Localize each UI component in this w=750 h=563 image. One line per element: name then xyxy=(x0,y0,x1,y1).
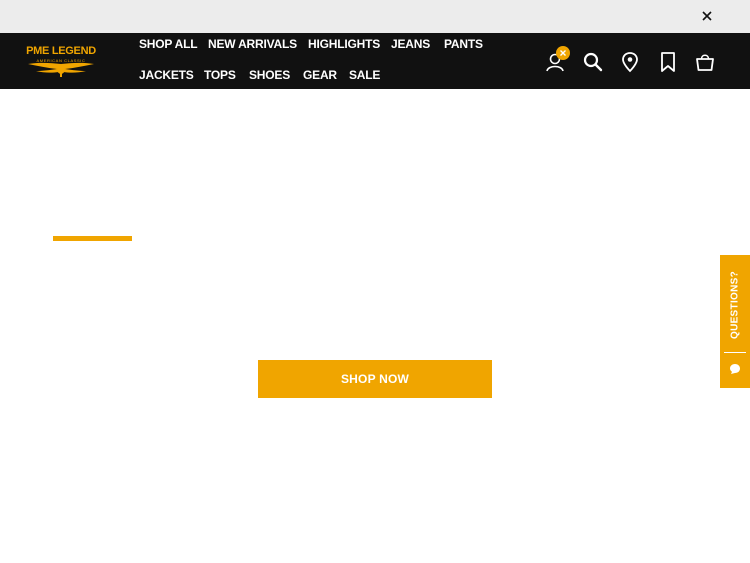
brand-name: PME LEGEND xyxy=(26,45,96,57)
close-icon xyxy=(560,50,566,56)
close-icon xyxy=(702,11,712,21)
questions-divider xyxy=(724,352,746,353)
winged-propeller-icon xyxy=(28,62,94,77)
shopping-bag-icon xyxy=(696,54,714,71)
location-pin-icon xyxy=(622,52,638,73)
main-navigation: SHOP ALL NEW ARRIVALS HIGHLIGHTS JEANS P… xyxy=(139,33,499,89)
announcement-bar xyxy=(0,0,750,33)
store-locator-button[interactable] xyxy=(619,51,641,73)
bookmark-icon xyxy=(661,52,675,72)
nav-jeans[interactable]: JEANS xyxy=(391,37,430,51)
brand-logo[interactable]: PME LEGEND AMERICAN CLASSIC xyxy=(26,43,98,77)
site-header: PME LEGEND AMERICAN CLASSIC SHOP ALL NEW… xyxy=(0,33,750,89)
nav-sale[interactable]: SALE xyxy=(349,68,380,82)
hero-accent-line xyxy=(53,236,132,241)
nav-jackets[interactable]: JACKETS xyxy=(139,68,194,82)
nav-gear[interactable]: GEAR xyxy=(303,68,337,82)
questions-tab[interactable]: QUESTIONS? xyxy=(720,255,750,388)
wishlist-button[interactable] xyxy=(657,51,679,73)
nav-highlights[interactable]: HIGHLIGHTS xyxy=(308,37,380,51)
search-button[interactable] xyxy=(582,51,604,73)
nav-new-arrivals[interactable]: NEW ARRIVALS xyxy=(208,37,297,51)
shop-now-button[interactable]: SHOP NOW xyxy=(258,360,492,398)
questions-label: QUESTIONS? xyxy=(729,270,741,340)
chat-bubble-icon xyxy=(730,364,740,374)
nav-tops[interactable]: TOPS xyxy=(204,68,236,82)
close-announcement-button[interactable] xyxy=(700,9,714,23)
account-badge-close[interactable] xyxy=(556,46,570,60)
nav-shoes[interactable]: SHOES xyxy=(249,68,290,82)
nav-pants[interactable]: PANTS xyxy=(444,37,483,51)
nav-shop-all[interactable]: SHOP ALL xyxy=(139,37,198,51)
search-icon xyxy=(583,52,603,72)
cart-button[interactable] xyxy=(694,51,716,73)
